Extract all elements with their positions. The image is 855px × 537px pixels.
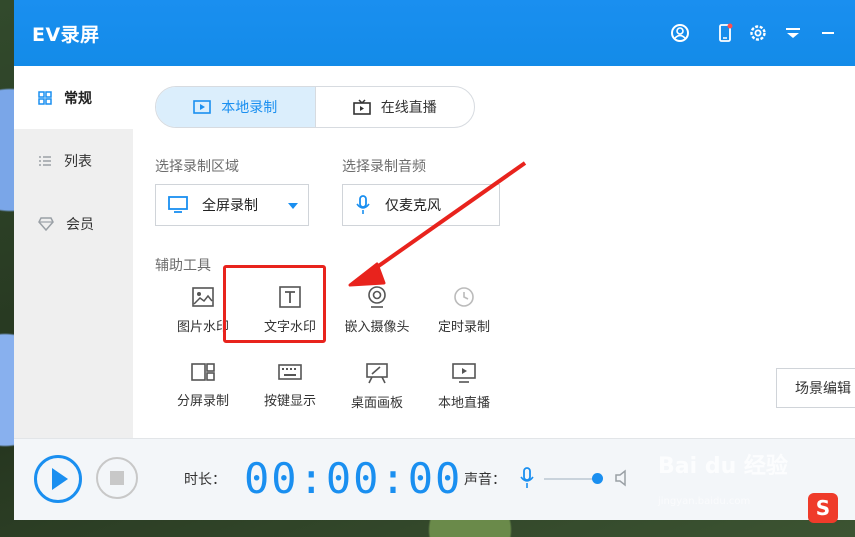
easel-icon <box>366 363 388 384</box>
monitor-play-icon <box>452 363 476 383</box>
title-bar: EV录屏 <box>14 0 855 66</box>
dropdown-icon[interactable] <box>782 22 804 44</box>
keyboard-icon <box>278 364 302 380</box>
watermark-brand: Bai du 经验 <box>658 454 788 479</box>
stop-icon <box>110 471 124 485</box>
tool-label: 桌面画板 <box>350 396 403 411</box>
record-audio-select[interactable]: 仅麦克风 <box>342 184 500 226</box>
record-area-value: 全屏录制 <box>202 198 258 214</box>
sidebar-item-label: 会员 <box>66 216 94 233</box>
tools-label: 辅助工具 <box>155 258 211 274</box>
sidebar: 常规 列表 会员 <box>14 66 133 438</box>
speaker-icon[interactable] <box>614 469 630 487</box>
duration-label: 时长： <box>184 472 226 488</box>
watermark-url: jingyan.baidu.com <box>658 496 751 507</box>
sidebar-item-member[interactable]: 会员 <box>14 192 133 255</box>
tool-local-live[interactable]: 本地直播 <box>421 356 507 422</box>
settings-icon[interactable] <box>747 22 769 44</box>
microphone-icon <box>356 195 370 214</box>
clock-icon <box>454 287 474 307</box>
sogou-ime-icon[interactable]: S <box>808 493 838 523</box>
tool-label: 按键显示 <box>263 394 316 409</box>
record-area-select[interactable]: 全屏录制 <box>155 184 309 226</box>
baidu-watermark: Bai du 经验 jingyan.baidu.com <box>658 448 808 518</box>
mode-switch: 本地录制 在线直播 <box>155 86 475 128</box>
settings-panel: 本地录制 在线直播 选择录制区域 全屏录制 选择录制音频 仅麦克风 辅助工具 图… <box>133 66 533 438</box>
sidebar-item-label: 常规 <box>64 90 92 107</box>
tool-label: 本地直播 <box>437 396 490 411</box>
record-area-label: 选择录制区域 <box>155 159 239 175</box>
minimize-icon[interactable] <box>817 22 839 44</box>
sound-label: 声音： <box>464 472 506 488</box>
tool-split-screen[interactable]: 分屏录制 <box>160 356 246 422</box>
app-title: EV录屏 <box>32 24 100 46</box>
sidebar-item-general[interactable]: 常规 <box>14 66 133 129</box>
tab-label: 本地录制 <box>221 100 278 116</box>
tab-label: 在线直播 <box>380 100 437 116</box>
tool-label: 定时录制 <box>437 320 490 335</box>
tool-key-display[interactable]: 按键显示 <box>247 356 333 422</box>
record-timer: 00:00:00 <box>244 454 463 503</box>
tab-live-stream[interactable]: 在线直播 <box>316 87 475 127</box>
diamond-icon <box>38 216 54 231</box>
user-icon[interactable] <box>669 22 691 44</box>
split-icon <box>191 363 215 381</box>
sidebar-item-label: 列表 <box>64 153 92 170</box>
tool-timed-record[interactable]: 定时录制 <box>421 280 507 346</box>
stop-button[interactable] <box>96 457 138 499</box>
tool-label: 嵌入摄像头 <box>344 320 410 335</box>
tool-label: 分屏录制 <box>176 394 229 409</box>
play-icon <box>52 468 68 490</box>
play-button[interactable] <box>34 455 82 503</box>
image-icon <box>192 287 214 307</box>
phone-icon[interactable] <box>714 22 736 44</box>
volume-slider[interactable] <box>544 478 599 480</box>
tv-icon <box>352 99 371 115</box>
record-audio-label: 选择录制音频 <box>342 159 426 175</box>
tool-embed-camera[interactable]: 嵌入摄像头 <box>334 280 420 346</box>
record-audio-value: 仅麦克风 <box>385 198 441 214</box>
grid-icon <box>38 90 52 105</box>
record-video-icon <box>193 100 212 114</box>
annotation-highlight-box <box>223 265 326 343</box>
sidebar-item-list[interactable]: 列表 <box>14 129 133 192</box>
microphone-icon[interactable] <box>520 467 534 489</box>
tab-local-record[interactable]: 本地录制 <box>156 87 316 127</box>
volume-slider-thumb[interactable] <box>592 473 603 484</box>
chevron-down-icon <box>288 203 298 209</box>
camera-icon <box>368 286 386 308</box>
list-icon <box>39 155 51 166</box>
scene-edit-button[interactable]: 场景编辑 <box>776 368 855 408</box>
tool-desktop-board[interactable]: 桌面画板 <box>334 356 420 422</box>
tool-label: 图片水印 <box>176 320 229 335</box>
monitor-icon <box>168 196 188 213</box>
